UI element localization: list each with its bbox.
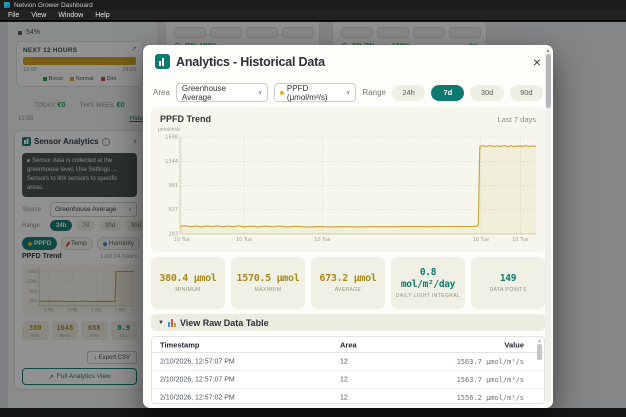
stats-row: 380.4 μmol MINIMUM 1570.5 μmol MAXIMUM 673… — [151, 257, 545, 309]
chevron-down-icon: ∨ — [258, 90, 263, 96]
close-icon[interactable]: × — [533, 55, 541, 69]
range-7d-button[interactable]: 7d — [431, 84, 465, 101]
expander-triangle-icon: ▼ — [158, 319, 164, 326]
table-row: 2/10/2026, 12:57:07 PM 12 1563.7 μmol/m²… — [152, 353, 544, 371]
ppfd-chart-svg: 2836379911344169810 Tue 10 Tue 10 Tue 10 Tu… — [165, 135, 537, 243]
stat-dli: 0.8 mol/m²/day DAILY LIGHT INTEGRAL — [391, 257, 465, 309]
svg-text:1698: 1698 — [165, 135, 178, 141]
area-label: Area — [153, 88, 170, 97]
svg-text:10 Tue: 10 Tue — [314, 237, 331, 243]
chart-title: PPFD Trend — [160, 114, 212, 124]
svg-text:10 Tue: 10 Tue — [174, 237, 191, 243]
ppfd-trend-panel: PPFD Trend Last 7 days μmol/m²/s 283 637 9… — [151, 107, 545, 252]
chart-caption: Last 7 days — [497, 115, 536, 124]
menubar: File View Window Help — [0, 10, 626, 21]
bulb-icon — [280, 90, 284, 95]
stat-maximum: 1570.5 μmol MAXIMUM — [231, 257, 305, 309]
menu-file[interactable]: File — [8, 12, 19, 19]
modal-header: Analytics - Historical Data × — [155, 54, 541, 69]
analytics-modal: Analytics - Historical Data × Area Green… — [143, 45, 553, 408]
stat-data-points: 149 DATA POINTS — [471, 257, 545, 309]
menu-help[interactable]: Help — [95, 12, 109, 19]
svg-text:637: 637 — [168, 207, 178, 213]
menu-window[interactable]: Window — [58, 12, 83, 19]
window-title: Netvion Grower Dashboard — [14, 1, 93, 9]
raw-data-section-header[interactable]: ▼ View Raw Data Table — [151, 314, 545, 331]
table-row: 2/10/2026, 12:57:02 PM 12 1556.2 μmol/m²… — [152, 389, 544, 403]
range-label: Range — [362, 88, 386, 97]
col-area: Area — [340, 340, 357, 349]
range-24h-button[interactable]: 24h — [391, 84, 426, 101]
stat-minimum: 380.4 μmol MINIMUM — [151, 257, 225, 309]
window-titlebar: Netvion Grower Dashboard — [0, 0, 626, 10]
modal-controls: Area Greenhouse Average ∨ PPFD (μmol/m²/s… — [153, 83, 543, 102]
range-30d-button[interactable]: 30d — [470, 84, 504, 101]
scroll-up-icon[interactable]: ▲ — [537, 338, 541, 343]
svg-text:1344: 1344 — [165, 159, 178, 165]
table-scrollbar[interactable]: ▲ — [536, 338, 543, 402]
svg-text:10 Tue: 10 Tue — [512, 237, 529, 243]
svg-text:991: 991 — [168, 183, 178, 189]
chart-bars-icon — [167, 318, 176, 327]
modal-scroll-thumb[interactable] — [545, 54, 551, 108]
analytics-modal-icon — [155, 54, 170, 69]
raw-data-section-title: View Raw Data Table — [179, 317, 269, 328]
svg-text:10 Tue: 10 Tue — [473, 237, 490, 243]
stat-average: 673.2 μmol AVERAGE — [311, 257, 385, 309]
col-value: Value — [504, 340, 524, 349]
table-scroll-thumb[interactable] — [537, 344, 542, 360]
svg-text:10 Tue: 10 Tue — [236, 237, 253, 243]
bottom-bar — [0, 408, 626, 417]
screen: Netvion Grower Dashboard File View Windo… — [0, 0, 626, 417]
modal-scrollbar[interactable]: ▲ — [545, 48, 551, 403]
scroll-up-icon[interactable]: ▲ — [546, 48, 550, 53]
col-timestamp: Timestamp — [160, 340, 200, 349]
chevron-down-icon: ∨ — [346, 90, 351, 96]
metric-select[interactable]: PPFD (μmol/m²/s) ∨ — [274, 83, 357, 102]
area-select[interactable]: Greenhouse Average ∨ — [175, 83, 269, 102]
table-header-row: Timestamp Area Value — [152, 337, 544, 353]
table-row: 2/10/2026, 12:57:07 PM 12 1563.7 μmol/m²… — [152, 371, 544, 389]
raw-data-table: Timestamp Area Value 2/10/2026, 12:57:07… — [151, 336, 545, 404]
menu-view[interactable]: View — [31, 12, 46, 19]
modal-title: Analytics - Historical Data — [176, 54, 325, 69]
range-90d-button[interactable]: 90d — [509, 84, 543, 101]
app-icon — [4, 2, 10, 8]
